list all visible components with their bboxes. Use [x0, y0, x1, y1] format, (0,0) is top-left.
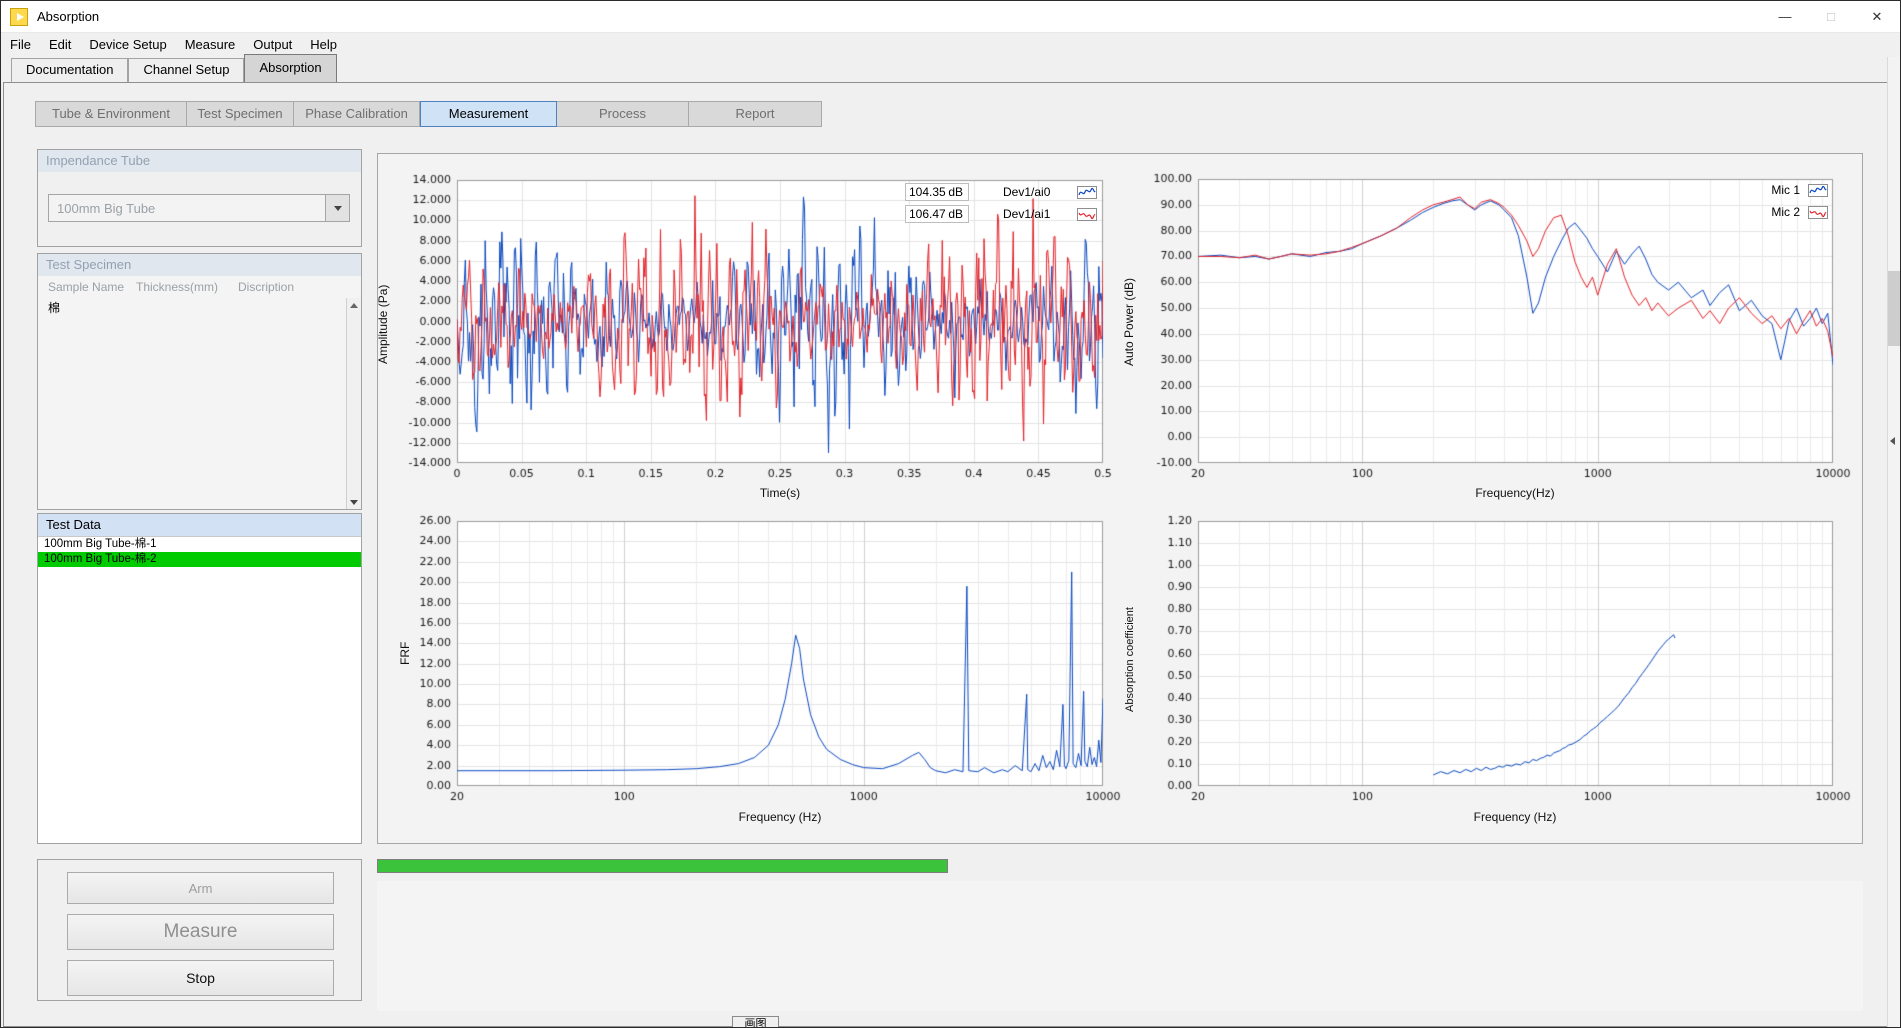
frf-chart: [386, 512, 1126, 842]
charts-panel: Amplitude (Pa) Auto Power (dB) FRF Absor…: [377, 153, 1863, 844]
tab-channel-setup[interactable]: Channel Setup: [128, 58, 244, 82]
vertical-scrollbar[interactable]: [1887, 57, 1901, 1027]
autopower-chart-legend: Mic 1 Mic 2: [1708, 180, 1828, 224]
lower-panel: [377, 881, 1863, 1011]
menu-bar: File Edit Device Setup Measure Output He…: [1, 33, 1900, 56]
measurement-progress-bar: [377, 859, 948, 873]
legend-item-mic2[interactable]: Mic 2: [1708, 202, 1828, 222]
impedance-tube-dropdown[interactable]: 100mm Big Tube: [48, 194, 350, 222]
menu-item-help[interactable]: Help: [301, 33, 346, 56]
time-chart-legend: 104.35 dB Dev1/ai0 106.47 dB Dev1/ai1: [848, 182, 1097, 226]
app-icon: [10, 8, 28, 26]
impedance-tube-group: Impendance Tube 100mm Big Tube: [37, 149, 362, 247]
absorption-chart-ylabel: Absorption coefficient: [1124, 607, 1136, 712]
frf-chart-ylabel: FRF: [398, 642, 412, 665]
waveform-icon: [1808, 184, 1828, 197]
absorption-coefficient-chart: [1138, 512, 1854, 842]
scrollbar-thumb[interactable]: [1888, 271, 1901, 346]
waveform-icon: [1808, 206, 1828, 219]
subtab-test-specimen[interactable]: Test Specimen: [187, 101, 294, 127]
time-chart-xlabel: Time(s): [760, 486, 800, 500]
arm-button[interactable]: Arm: [67, 872, 334, 904]
level-readout-ai0: 104.35 dB: [905, 183, 969, 201]
impedance-tube-value: 100mm Big Tube: [49, 201, 325, 216]
minimize-button[interactable]: —: [1762, 1, 1808, 32]
autopower-chart-ylabel: Auto Power (dB): [1122, 278, 1136, 366]
measure-button[interactable]: Measure: [67, 914, 334, 950]
legend-label-mic1: Mic 1: [1760, 183, 1800, 197]
scroll-up-icon[interactable]: [347, 298, 361, 312]
absorption-chart-xlabel: Frequency (Hz): [1474, 810, 1557, 824]
subtab-phase-calibration[interactable]: Phase Calibration: [294, 101, 420, 127]
scroll-down-icon[interactable]: [347, 495, 361, 509]
tab-documentation[interactable]: Documentation: [11, 58, 128, 82]
progress-fill: [378, 860, 947, 872]
legend-item-ai0[interactable]: 104.35 dB Dev1/ai0: [848, 182, 1097, 202]
autopower-chart-xlabel: Frequency(Hz): [1475, 486, 1554, 500]
test-data-group: Test Data 100mm Big Tube-棉-1 100mm Big T…: [37, 513, 362, 844]
legend-label-ai1: Dev1/ai1: [1003, 207, 1069, 221]
menu-item-edit[interactable]: Edit: [40, 33, 80, 56]
table-scrollbar[interactable]: [346, 298, 361, 509]
impedance-tube-title: Impendance Tube: [38, 150, 361, 172]
main-tab-bar: Documentation Channel Setup Absorption: [11, 54, 337, 82]
tab-absorption[interactable]: Absorption: [244, 54, 336, 82]
stop-button[interactable]: Stop: [67, 960, 334, 996]
subtab-measurement[interactable]: Measurement: [420, 101, 557, 127]
test-data-list: 100mm Big Tube-棉-1 100mm Big Tube-棉-2: [38, 536, 361, 843]
frf-chart-xlabel: Frequency (Hz): [739, 810, 822, 824]
test-specimen-group: Test Specimen Sample Name Thickness(mm) …: [37, 253, 362, 510]
collapse-left-icon[interactable]: [1890, 437, 1895, 445]
list-item[interactable]: 100mm Big Tube-棉-2: [38, 552, 361, 567]
menu-item-measure[interactable]: Measure: [176, 33, 245, 56]
time-chart-ylabel: Amplitude (Pa): [376, 285, 390, 364]
title-bar: Absorption — □ ✕: [1, 1, 1900, 33]
legend-label-ai0: Dev1/ai0: [1003, 185, 1069, 199]
list-item[interactable]: 100mm Big Tube-棉-1: [38, 537, 361, 552]
subtab-report[interactable]: Report: [689, 101, 822, 127]
legend-label-mic2: Mic 2: [1760, 205, 1800, 219]
legend-item-ai1[interactable]: 106.47 dB Dev1/ai1: [848, 204, 1097, 224]
test-data-title: Test Data: [38, 514, 361, 536]
app-window: Absorption — □ ✕ File Edit Device Setup …: [0, 0, 1901, 1028]
menu-item-device-setup[interactable]: Device Setup: [80, 33, 175, 56]
column-sample-name: Sample Name: [38, 280, 136, 294]
test-specimen-table: Sample Name Thickness(mm) Discription 棉: [38, 276, 361, 509]
table-header-row: Sample Name Thickness(mm) Discription: [38, 276, 361, 298]
menu-item-output[interactable]: Output: [244, 33, 301, 56]
subtab-tube-environment[interactable]: Tube & Environment: [35, 101, 187, 127]
waveform-icon: [1077, 208, 1097, 221]
window-title: Absorption: [37, 9, 99, 24]
dropdown-arrow-button[interactable]: [325, 195, 349, 221]
subtab-process[interactable]: Process: [557, 101, 689, 127]
chevron-down-icon: [334, 206, 342, 211]
maximize-button[interactable]: □: [1808, 1, 1854, 32]
test-specimen-title: Test Specimen: [38, 254, 361, 276]
column-discription: Discription: [238, 280, 361, 294]
column-thickness: Thickness(mm): [136, 280, 238, 294]
legend-item-mic1[interactable]: Mic 1: [1708, 180, 1828, 200]
measurement-actions-group: Arm Measure Stop: [37, 859, 362, 1001]
table-row[interactable]: 棉: [38, 298, 361, 316]
close-button[interactable]: ✕: [1854, 1, 1900, 32]
level-readout-ai1: 106.47 dB: [905, 205, 969, 223]
waveform-icon: [1077, 186, 1097, 199]
bottom-tab-plot[interactable]: 画图: [732, 1016, 779, 1028]
menu-item-file[interactable]: File: [1, 33, 40, 56]
window-controls: — □ ✕: [1762, 1, 1900, 32]
absorption-step-tabs: Tube & Environment Test Specimen Phase C…: [35, 101, 822, 127]
